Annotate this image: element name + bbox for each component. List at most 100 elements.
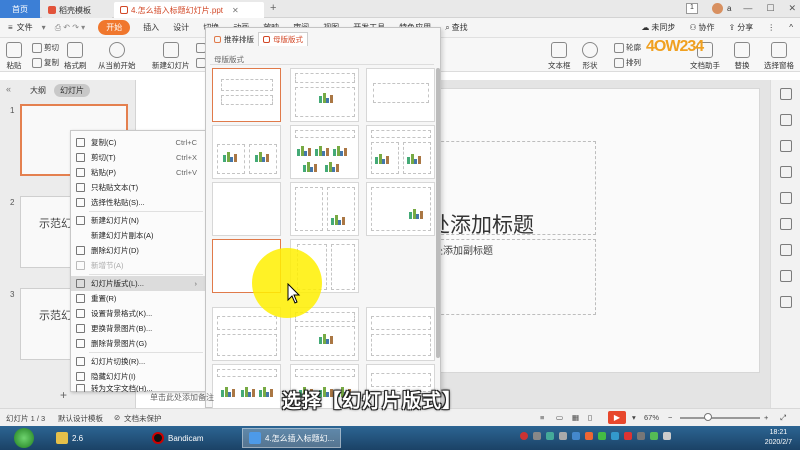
layout-option[interactable] [212, 68, 281, 122]
tray-icon-10[interactable] [637, 432, 645, 440]
picture-icon[interactable] [780, 192, 792, 204]
help-icon[interactable] [780, 244, 792, 256]
menu-start[interactable]: 开始 [98, 20, 131, 35]
page-badge[interactable]: 1 [686, 3, 698, 14]
settings-icon[interactable] [780, 270, 792, 282]
share-icon[interactable]: ⇪ [722, 23, 737, 32]
menu-copy[interactable]: 复制(C) Ctrl+C [71, 135, 205, 150]
select-pane-button[interactable]: 选择窗格 [764, 42, 794, 71]
menu-hide-slide[interactable]: 隐藏幻灯片(I) [71, 369, 205, 384]
notes-hint[interactable]: 单击此处添加备注 [150, 392, 214, 403]
menu-delete-background[interactable]: 删除背景图片(G) [71, 336, 205, 351]
minimize-icon[interactable]: — [743, 3, 752, 14]
tray-icon-9[interactable] [624, 432, 632, 440]
add-slide-icon[interactable]: + [60, 388, 67, 402]
layout-option[interactable] [212, 182, 281, 236]
menu-paste-text[interactable]: 只粘贴文本(T) [71, 180, 205, 195]
tray-icon-8[interactable] [611, 432, 619, 440]
protect-status[interactable]: 文档未保护 [124, 413, 162, 424]
reading-view-icon[interactable]: ▯ [588, 413, 592, 422]
slide-editor[interactable]: 处添加标题 处添加副标题 [429, 88, 760, 373]
layout-option[interactable] [290, 182, 359, 236]
tab-docer[interactable]: 稻壳模板 [42, 2, 112, 18]
menu-quick-tools[interactable]: ⎙ ↶ ↷ ▾ [48, 23, 93, 33]
maximize-icon[interactable]: ☐ [766, 3, 774, 14]
coop[interactable]: 协作 [698, 22, 722, 33]
layout-scrollbar[interactable] [436, 68, 440, 358]
menu-insert[interactable]: 插入 [136, 22, 166, 33]
tray-icon-11[interactable] [650, 432, 658, 440]
normal-view-icon[interactable]: ▭ [556, 413, 563, 422]
hamburger-icon[interactable]: ≡ [0, 23, 15, 32]
menu-reset[interactable]: 重置(R) [71, 291, 205, 306]
zoom-menu-icon[interactable]: ▾ [632, 413, 636, 422]
layout-option[interactable] [290, 68, 359, 122]
zoom-in-icon[interactable]: + [764, 413, 768, 422]
menu-convert-doc[interactable]: 转为文字文档(H)... [71, 384, 205, 392]
tab-slides[interactable]: 幻灯片 [54, 84, 90, 97]
tab-outline[interactable]: 大纲 [30, 85, 46, 96]
zoom-slider-handle[interactable] [704, 413, 712, 421]
menu-paste[interactable]: 粘贴(P) Ctrl+V [71, 165, 205, 180]
tab-master-layout[interactable]: 母版版式 [258, 32, 308, 46]
new-slide-button[interactable]: 新建幻灯片 [152, 42, 190, 71]
menu-design[interactable]: 设计 [166, 22, 196, 33]
zoom-out-icon[interactable]: − [668, 413, 672, 422]
play-slideshow-icon[interactable]: ▶ [608, 411, 626, 424]
new-tab-icon[interactable]: + [270, 2, 276, 14]
layout-option[interactable] [212, 125, 281, 179]
clock[interactable]: 18:21 2020/2/7 [765, 428, 792, 448]
close-icon[interactable]: ✕ [788, 3, 796, 14]
tab-home[interactable]: 首页 [0, 0, 40, 18]
share[interactable]: 分享 [736, 22, 760, 33]
menu-background-format[interactable]: 设置背景格式(K)... [71, 306, 205, 321]
collapse-panel-icon[interactable]: « [6, 84, 11, 94]
layout-option[interactable] [290, 125, 359, 179]
cut-button[interactable]: 剪切 [32, 42, 59, 53]
task-wps[interactable]: 4.怎么插入标题幻... [242, 428, 342, 448]
animation-icon[interactable] [780, 140, 792, 152]
menu-cut[interactable]: 剪切(T) Ctrl+X [71, 150, 205, 165]
menu-change-background[interactable]: 更换背景图片(B)... [71, 321, 205, 336]
tray-icon-6[interactable] [585, 432, 593, 440]
task-folder[interactable]: 2.6 [50, 428, 89, 448]
tray-icon-2[interactable] [533, 432, 541, 440]
menu-file-arrow[interactable]: ▾ [40, 23, 48, 32]
menu-new-slide[interactable]: 新建幻灯片(N) [71, 213, 205, 228]
menu-search[interactable]: 查找 [451, 22, 475, 33]
menu-slide-layout[interactable]: 幻灯片版式(L)... › [71, 276, 205, 291]
menu-duplicate-slide[interactable]: 新建幻灯片副本(A) [71, 228, 205, 243]
avatar[interactable] [712, 3, 723, 14]
textbox-button[interactable]: 文本框 [548, 42, 571, 71]
property-icon[interactable] [780, 88, 792, 100]
tray-icon-5[interactable] [572, 432, 580, 440]
copy-button[interactable]: 复制 [32, 57, 59, 68]
collapse-ribbon-icon[interactable]: ^ [782, 23, 800, 32]
arrange-button[interactable]: 排列 [614, 57, 641, 68]
not-synced[interactable]: 未同步 [650, 22, 682, 33]
menu-paste-special[interactable]: 选择性粘贴(S)... [71, 195, 205, 210]
zoom-level[interactable]: 67% [644, 413, 659, 422]
tab-recommended-layout[interactable]: 推荐排版 [210, 32, 258, 46]
layout-option[interactable] [366, 182, 435, 236]
tab-document[interactable]: 4.怎么插入标题幻灯片.ppt ✕ [114, 2, 264, 18]
more-icon[interactable]: ⋮ [760, 23, 782, 32]
menu-delete-slide[interactable]: 删除幻灯片(D) [71, 243, 205, 258]
tray-icon-7[interactable] [598, 432, 606, 440]
sorter-view-icon[interactable]: ▦ [572, 413, 579, 422]
layout-option[interactable] [212, 307, 281, 361]
paste-button[interactable]: 粘贴 [6, 42, 22, 71]
network-icon[interactable] [663, 432, 671, 440]
fit-window-icon[interactable]: ⤢ [780, 413, 786, 423]
tray-record-icon[interactable] [520, 432, 528, 440]
menu-file[interactable]: 文件 [15, 22, 40, 33]
template-name[interactable]: 默认设计模板 [58, 413, 103, 424]
cloud-icon[interactable]: ☁ [634, 23, 650, 32]
coop-icon[interactable]: ⚇ [682, 23, 697, 32]
format-painter-button[interactable]: 格式刷 [64, 42, 87, 71]
layout-option[interactable] [366, 125, 435, 179]
outline-button[interactable]: 轮廓 [614, 42, 641, 53]
tray-icon-4[interactable] [559, 432, 567, 440]
from-current-button[interactable]: 从当前开始 [98, 42, 136, 71]
notes-icon[interactable]: ≡ [540, 413, 544, 422]
